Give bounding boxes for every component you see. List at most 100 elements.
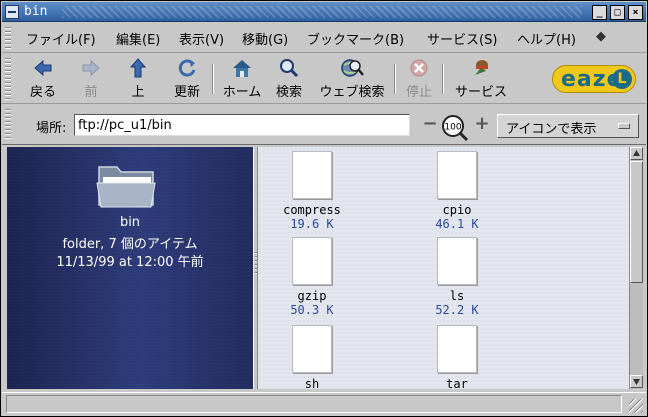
file-name: gzip — [297, 289, 327, 303]
up-arrow-icon — [129, 58, 147, 78]
window-resize-grip[interactable] — [629, 399, 643, 413]
scroll-up-arrow-icon — [633, 150, 640, 156]
web-search-button[interactable]: ウェブ検索 — [314, 57, 390, 101]
up-button[interactable]: 上 — [122, 57, 154, 101]
file-item[interactable]: ls 52.2 K — [397, 237, 517, 317]
dropdown-indicator-icon — [618, 123, 630, 129]
file-icon-view[interactable]: compress 19.6 K cpio 46.1 K gzip 50.3 K … — [258, 147, 629, 389]
file-size: 50.3 K — [290, 303, 334, 317]
services-label: サービス — [454, 85, 507, 100]
forward-button[interactable]: 前 — [74, 57, 108, 101]
file-item[interactable]: cpio 46.1 K — [397, 151, 517, 231]
web-search-icon — [341, 59, 364, 77]
zoom-out-button[interactable]: − — [422, 115, 438, 133]
menu-services[interactable]: サービス(S) — [427, 29, 497, 48]
sidebar-folder-name: bin — [119, 215, 141, 230]
document-icon — [292, 151, 332, 199]
minimize-icon[interactable]: _ — [592, 5, 607, 20]
eazel-logo-mark: L — [612, 69, 632, 89]
reload-icon — [178, 59, 196, 77]
search-button[interactable]: 検索 — [272, 57, 306, 101]
location-label: 場所: — [36, 121, 67, 136]
up-label: 上 — [131, 85, 145, 100]
status-bar — [2, 392, 646, 416]
document-icon — [437, 325, 477, 373]
menu-edit[interactable]: 編集(E) — [116, 29, 160, 48]
back-button[interactable]: 戻る — [24, 57, 62, 101]
document-icon — [437, 237, 477, 285]
scrollbar-thumb[interactable] — [630, 161, 643, 283]
reload-button[interactable]: 更新 — [168, 57, 206, 101]
file-name: compress — [283, 203, 341, 217]
file-name: sh — [304, 377, 320, 389]
scroll-down-button[interactable] — [630, 375, 643, 388]
toolbar-grip[interactable] — [5, 58, 11, 100]
file-manager-window: bin _ □ × ファイル(F) 編集(E) 表示(V) 移動(G) ブックマ… — [0, 0, 648, 417]
title-bar[interactable]: bin _ □ × — [2, 2, 646, 22]
back-arrow-icon — [34, 59, 52, 77]
zoom-magnifier-icon: 100 — [442, 115, 469, 142]
menu-bookmarks[interactable]: ブックマーク(B) — [307, 29, 404, 48]
reload-label: 更新 — [173, 85, 200, 100]
stop-label: 停止 — [405, 85, 432, 100]
toolbar-separator — [442, 64, 444, 94]
search-icon — [280, 59, 299, 78]
file-name: cpio — [442, 203, 472, 217]
view-mode-value: アイコンで表示 — [506, 122, 597, 137]
location-input[interactable] — [74, 114, 410, 136]
file-name: tar — [446, 377, 468, 389]
close-icon[interactable]: × — [628, 5, 643, 20]
file-item[interactable]: compress 19.6 K — [258, 151, 372, 231]
home-icon — [233, 60, 251, 77]
web-search-label: ウェブ検索 — [319, 85, 385, 100]
toolbar: 戻る 前 上 更新 ホーム 検索 ウェブ検索 停止 サービス eaze L — [2, 54, 646, 104]
stop-icon — [410, 59, 428, 77]
forward-label: 前 — [84, 85, 98, 100]
file-item[interactable]: gzip 50.3 K — [258, 237, 372, 317]
window-title: bin — [24, 4, 48, 19]
file-item[interactable]: sh — [258, 325, 372, 389]
toolbar-separator — [212, 64, 214, 94]
document-icon — [437, 151, 477, 199]
file-size: 19.6 K — [290, 217, 334, 231]
file-size: 52.2 K — [435, 303, 479, 317]
stop-button[interactable]: 停止 — [400, 57, 438, 101]
vertical-scrollbar[interactable] — [629, 147, 643, 389]
title-bar-texture — [62, 6, 582, 18]
search-label: 検索 — [275, 85, 302, 100]
back-label: 戻る — [29, 85, 56, 100]
menu-extra-diamond-icon[interactable]: ◆ — [596, 29, 606, 44]
eazel-logo[interactable]: eaze L — [552, 65, 636, 93]
sidebar-folder-date: 11/13/99 at 12:00 午前 — [56, 255, 204, 270]
file-size: 46.1 K — [435, 217, 479, 231]
scroll-up-button[interactable] — [630, 147, 643, 160]
zoom-level-text: 100 — [444, 123, 461, 133]
home-button[interactable]: ホーム — [218, 57, 266, 101]
maximize-icon[interactable]: □ — [610, 5, 625, 20]
file-name: ls — [449, 289, 465, 303]
sidebar-info-panel: bin folder, 7 個のアイテム 11/13/99 at 12:00 午… — [7, 147, 253, 389]
toolbar-separator — [394, 64, 396, 94]
services-icon — [475, 60, 488, 75]
document-icon — [292, 325, 332, 373]
menubar-grip[interactable] — [5, 27, 11, 49]
services-button[interactable]: サービス — [448, 57, 514, 101]
folder-icon — [96, 166, 156, 208]
status-message — [6, 395, 622, 413]
zoom-in-button[interactable]: + — [474, 115, 490, 133]
window-menu-icon[interactable] — [5, 5, 19, 19]
scroll-down-arrow-icon — [633, 379, 640, 385]
menu-go[interactable]: 移動(G) — [242, 29, 288, 48]
menu-bar: ファイル(F) 編集(E) 表示(V) 移動(G) ブックマーク(B) サービス… — [2, 23, 646, 53]
menu-file[interactable]: ファイル(F) — [26, 29, 96, 48]
menu-help[interactable]: ヘルプ(H) — [517, 29, 576, 48]
file-item[interactable]: tar — [397, 325, 517, 389]
locationbar-grip[interactable] — [5, 109, 11, 141]
forward-arrow-icon — [82, 59, 100, 77]
menu-view[interactable]: 表示(V) — [179, 29, 224, 48]
zoom-level-control[interactable]: 100 — [440, 113, 470, 143]
document-icon — [292, 237, 332, 285]
view-mode-select[interactable]: アイコンで表示 — [497, 114, 639, 138]
location-bar: 場所: − 100 + アイコンで表示 — [2, 105, 646, 145]
sidebar-folder-summary: folder, 7 個のアイテム — [62, 237, 198, 252]
